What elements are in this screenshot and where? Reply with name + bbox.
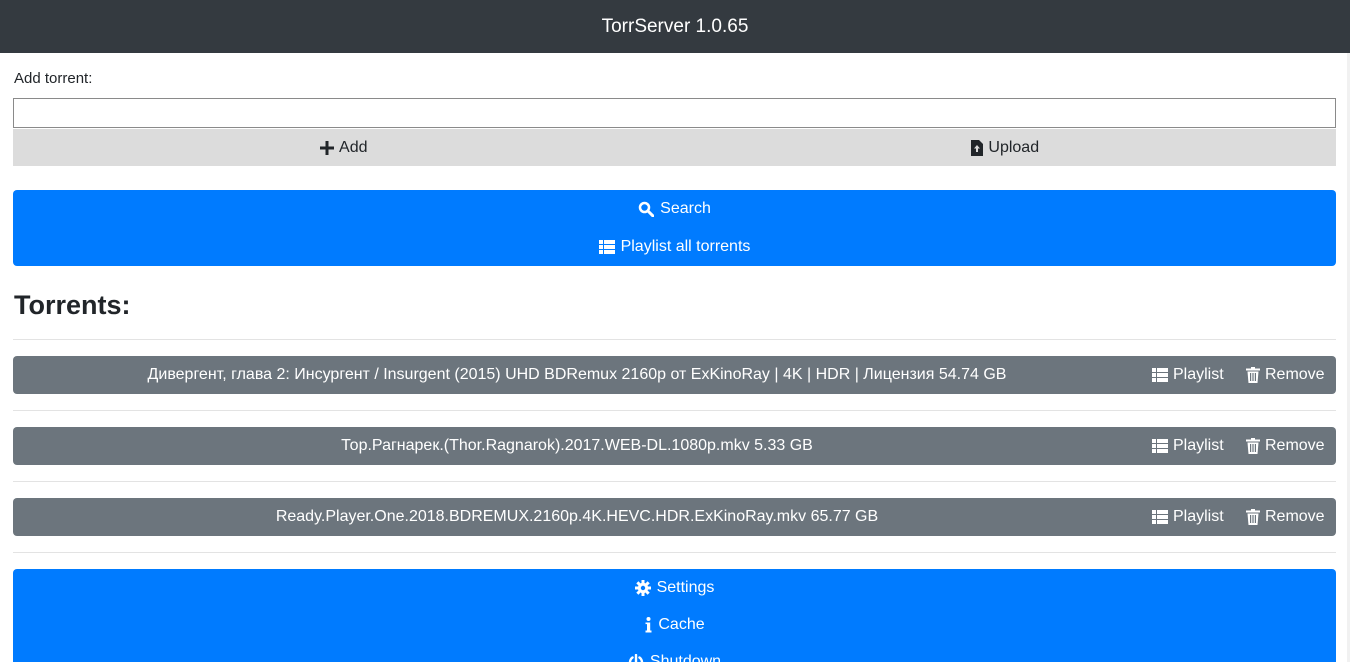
add-torrent-label: Add torrent: <box>14 70 93 87</box>
search-icon <box>638 201 655 217</box>
torrents-heading: Torrents: <box>14 290 131 320</box>
list-icon <box>1152 439 1168 453</box>
remove-label: Remove <box>1265 508 1325 525</box>
cache-label: Cache <box>658 615 705 633</box>
torrent-name[interactable]: Тор.Рагнарек.(Thor.Ragnarok).2017.WEB-DL… <box>13 437 1141 455</box>
top-navbar: TorrServer 1.0.65 <box>0 0 1350 53</box>
power-icon <box>628 653 644 662</box>
shutdown-label: Shutdown <box>649 652 722 662</box>
search-button[interactable]: Search <box>13 190 1336 228</box>
remove-label: Remove <box>1265 437 1325 454</box>
torrent-playlist-button[interactable]: Playlist <box>1152 366 1224 384</box>
cache-button[interactable]: Cache <box>13 606 1336 643</box>
torrent-name[interactable]: Ready.Player.One.2018.BDREMUX.2160p.4K.H… <box>13 508 1141 526</box>
shutdown-button[interactable]: Shutdown <box>13 643 1336 662</box>
playlist-label: Playlist <box>1173 437 1224 454</box>
app-title: TorrServer 1.0.65 <box>601 15 749 37</box>
torrent-playlist-button[interactable]: Playlist <box>1152 508 1224 526</box>
add-upload-group: Add Upload <box>13 129 1336 166</box>
gear-icon <box>634 579 651 596</box>
settings-label: Settings <box>656 578 715 596</box>
upload-button[interactable]: Upload <box>674 129 1336 166</box>
trash-icon <box>1246 509 1260 525</box>
torrent-remove-button[interactable]: Remove <box>1246 508 1325 526</box>
trash-icon <box>1246 438 1260 454</box>
divider <box>13 552 1336 553</box>
settings-button[interactable]: Settings <box>13 569 1336 606</box>
torrent-row: Дивергент, глава 2: Инсургент / Insurgen… <box>13 356 1336 394</box>
playlist-label: Playlist <box>1173 366 1224 383</box>
add-button[interactable]: Add <box>13 129 675 166</box>
add-button-label: Add <box>339 138 368 156</box>
divider <box>13 481 1336 482</box>
torrent-row: Ready.Player.One.2018.BDREMUX.2160p.4K.H… <box>13 498 1336 536</box>
torrent-remove-button[interactable]: Remove <box>1246 366 1325 384</box>
torrent-name[interactable]: Дивергент, глава 2: Инсургент / Insurgen… <box>13 366 1141 384</box>
bottom-menu: Settings Cache Shutdown <box>13 569 1336 662</box>
playlist-all-label: Playlist all torrents <box>620 238 751 255</box>
torrent-row: Тор.Рагнарек.(Thor.Ragnarok).2017.WEB-DL… <box>13 427 1336 465</box>
list-icon <box>1152 510 1168 524</box>
file-upload-icon <box>971 139 984 156</box>
torrent-remove-button[interactable]: Remove <box>1246 437 1325 455</box>
playlist-label: Playlist <box>1173 508 1224 525</box>
divider <box>13 410 1336 411</box>
torrent-playlist-button[interactable]: Playlist <box>1152 437 1224 455</box>
info-icon <box>644 616 652 633</box>
add-torrent-input[interactable] <box>13 98 1336 128</box>
trash-icon <box>1246 367 1260 383</box>
upload-button-label: Upload <box>988 138 1040 156</box>
list-icon <box>598 240 615 254</box>
search-button-label: Search <box>660 200 711 217</box>
plus-icon <box>320 140 335 155</box>
remove-label: Remove <box>1265 366 1325 383</box>
playlist-all-button[interactable]: Playlist all torrents <box>13 228 1336 266</box>
list-icon <box>1152 368 1168 382</box>
divider <box>13 339 1336 340</box>
